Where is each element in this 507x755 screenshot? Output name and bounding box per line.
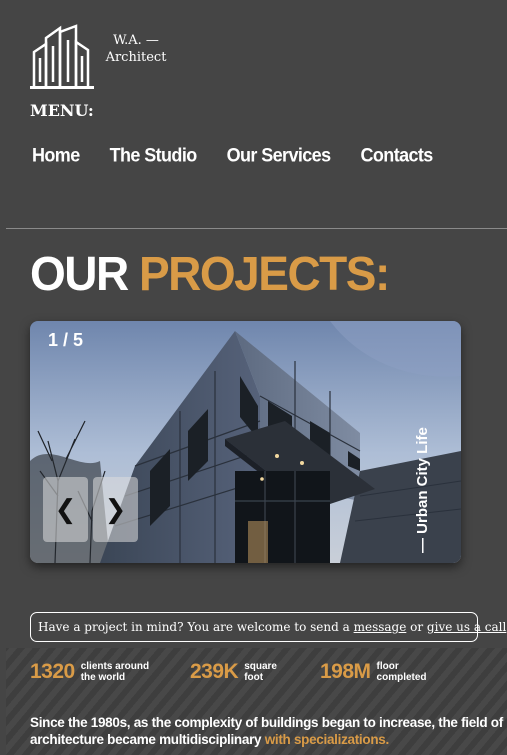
slide-caption: — Urban City Life: [414, 427, 431, 553]
about-paragraph: Since the 1980s, as the complexity of bu…: [30, 714, 507, 748]
stat-value: 198M: [320, 660, 371, 683]
stat-label-line-1: square: [244, 661, 277, 672]
stat-label-line-2: foot: [244, 672, 264, 683]
next-slide-button[interactable]: ❯: [93, 477, 138, 542]
brand-line-2: Architect: [105, 50, 167, 65]
prev-slide-button[interactable]: ❮: [43, 477, 88, 542]
call-link[interactable]: give us a call: [427, 620, 506, 634]
nav-item-our-services[interactable]: Our Services: [227, 144, 331, 167]
stat-label-line-2: completed: [376, 672, 427, 683]
message-link[interactable]: message: [354, 620, 407, 634]
stat-floors: 198M floor completed: [320, 660, 452, 684]
brand-name[interactable]: W.A. — Architect: [104, 32, 168, 66]
about-accent: with specializations.: [264, 732, 390, 747]
contact-callout: Have a project in mind? You are welcome …: [30, 612, 507, 642]
menu-label: MENU:: [30, 101, 94, 120]
site-header: W.A. — Architect MENU: Home The Studio O…: [0, 0, 507, 228]
building-logo-icon[interactable]: [30, 24, 94, 90]
stat-label: clients around the world: [81, 661, 156, 683]
stat-label: square foot: [244, 661, 319, 683]
stat-label-line-1: clients around: [80, 661, 150, 672]
chevron-right-icon: ❯: [104, 494, 127, 525]
slide-counter: 1 / 5: [48, 330, 84, 350]
main-nav: Home The Studio Our Services Contacts: [32, 144, 434, 167]
page-title: OUR PROJECTS:: [30, 246, 390, 301]
nav-item-the-studio[interactable]: The Studio: [110, 144, 198, 167]
cta-prefix: Have a project in mind? You are welcome …: [38, 620, 354, 634]
stat-clients: 1320 clients around the world: [30, 660, 156, 684]
nav-item-home[interactable]: Home: [32, 144, 80, 167]
stat-value: 239K: [190, 660, 239, 683]
stat-label-line-1: floor: [376, 661, 399, 672]
page-title-part-1: OUR: [30, 246, 139, 301]
chevron-left-icon: ❮: [54, 494, 77, 525]
project-slider[interactable]: 1 / 5 ❮ ❯ — Urban City Life: [30, 321, 461, 563]
nav-item-contacts[interactable]: Contacts: [361, 144, 434, 167]
header-divider: [6, 228, 507, 229]
page-title-part-2: PROJECTS:: [139, 246, 390, 301]
brand-line-1: W.A. —: [113, 33, 159, 48]
stat-square-foot: 239K square foot: [190, 660, 319, 684]
stat-label-line-2: the world: [80, 672, 126, 683]
stat-label: floor completed: [377, 661, 452, 683]
stat-value: 1320: [30, 660, 75, 683]
cta-middle: or: [406, 620, 427, 634]
